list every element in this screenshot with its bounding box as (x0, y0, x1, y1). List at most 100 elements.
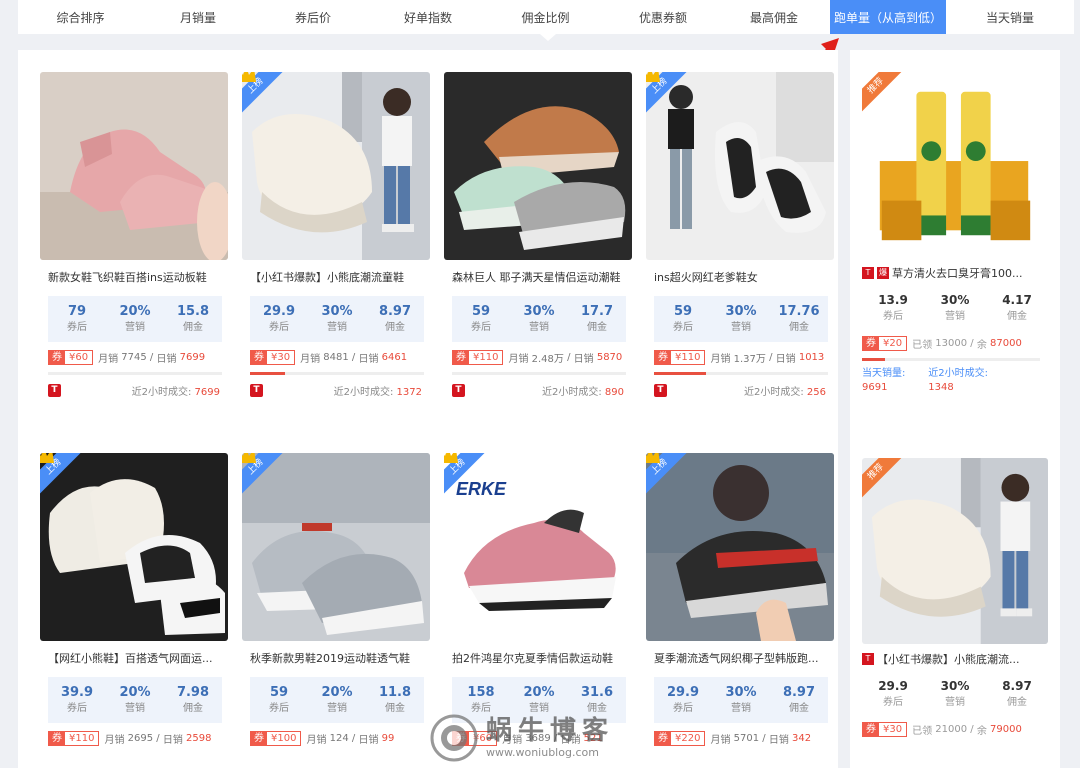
coupon-badge[interactable]: 券 ¥110 (452, 349, 504, 365)
commission-value: 7.98 (176, 684, 210, 700)
product-title[interactable]: 【小红书爆款】小熊底潮流童鞋 (242, 260, 430, 296)
monthly-label: 月销 (98, 353, 119, 365)
watermark-url: www.woniublog.com (486, 746, 599, 759)
product-image[interactable]: 上榜 (646, 453, 834, 641)
coupon-value: ¥30 (883, 723, 903, 735)
coupon-badge[interactable]: 券 ¥110 (48, 730, 100, 746)
tmall-icon: T (48, 383, 61, 397)
product-stats: 29.9 券后 30% 营销 8.97 佣金 (250, 296, 424, 342)
coupon-badge[interactable]: 券 ¥110 (654, 349, 706, 365)
recommend-image[interactable]: 推荐 (862, 72, 1048, 258)
cloud-logo-icon (430, 714, 478, 762)
recommend-image[interactable]: 推荐 (862, 458, 1048, 644)
product-card[interactable]: 新款女鞋飞织鞋百搭ins运动板鞋 79 券后 20% 营销 15.8 佣金 券 ¥60 … (40, 72, 228, 405)
hot-icon: 爆 (877, 267, 889, 279)
sales-meta: 券 ¥110 月销 2695 / 日销 2598 (40, 723, 228, 753)
sort-tab-coupon-amount[interactable]: 优惠券额 (608, 0, 718, 34)
commission-label: 佣金 (587, 321, 607, 333)
product-image[interactable]: 上榜 ERKE (444, 453, 632, 641)
price-label: 券后 (269, 321, 289, 333)
monthly-sales: 124 (329, 732, 349, 744)
price-after-coupon: 59 (471, 303, 491, 319)
daily-sales: 1013 (798, 351, 825, 363)
tmall-icon: T (250, 383, 263, 397)
product-title[interactable]: 森林巨人 耶子满天星情侣运动潮鞋 (444, 260, 632, 296)
coupon-badge[interactable]: 券 ¥100 (250, 730, 302, 746)
daily-sales: 2598 (186, 732, 212, 744)
remain-label: 余 (976, 339, 987, 351)
recent-sales: 256 (806, 386, 826, 398)
product-card[interactable]: 上榜 ins超火网红老爹鞋女 59 券后 30% 营销 17.76 佣金 券 ¥110 … (646, 72, 834, 405)
monthly-sales: 1.37万 (733, 353, 766, 365)
product-card[interactable]: 上榜 【小红书爆款】小熊底潮流童鞋 29.9 券后 30% 营销 8.97 佣金 券 ¥… (242, 72, 430, 405)
coupon-badge[interactable]: 券 ¥220 (654, 730, 706, 746)
recommend-card[interactable]: 推荐 T 爆 草方清火去口臭牙膏100... 13.9 券后 30% 营销 4.17… (862, 72, 1048, 395)
recent-sales: 1372 (396, 386, 422, 398)
recommend-title[interactable]: 草方清火去口臭牙膏100... (892, 265, 1023, 281)
product-image[interactable] (444, 72, 632, 260)
sales-meta: 券 ¥60 月销 7745 / 日销 7699 (40, 342, 228, 372)
watermark: 蜗牛博客 www.woniublog.com (430, 712, 658, 764)
price-after-coupon: 39.9 (60, 684, 94, 700)
recommend-title[interactable]: 【小红书爆款】小熊底潮流... (877, 651, 1020, 667)
product-image[interactable]: 上榜 (242, 453, 430, 641)
product-card[interactable]: 上榜 夏季潮流透气网织椰子型韩版跑... 29.9 券后 30% 营销 8.97 佣金… (646, 453, 834, 753)
product-title[interactable]: 秋季新款男鞋2019运动鞋透气鞋 (242, 641, 430, 677)
product-image[interactable] (40, 72, 228, 260)
sales-meta: 券 ¥110 月销 1.37万 / 日销 1013 (646, 342, 834, 372)
remain-label: 余 (976, 725, 987, 737)
product-card[interactable]: 上榜 秋季新款男鞋2019运动鞋透气鞋 59 券后 20% 营销 11.8 佣金 券 ¥… (242, 453, 430, 753)
commission-value: 11.8 (378, 684, 412, 700)
price-after-coupon: 29.9 (262, 303, 296, 319)
commission-value: 4.17 (1002, 292, 1032, 307)
remain-count: 87000 (990, 337, 1022, 349)
commission-value: 8.97 (378, 303, 412, 319)
product-title[interactable]: 夏季潮流透气网织椰子型韩版跑... (646, 641, 834, 677)
daily-sales: 342 (792, 732, 812, 744)
coupon-badge[interactable]: 券 ¥30 (862, 721, 908, 737)
coupon-badge[interactable]: 券 ¥30 (250, 349, 296, 365)
sort-tab-max-commission[interactable]: 最高佣金 (718, 0, 830, 34)
coupon-value: ¥30 (271, 351, 291, 363)
sales-meta: 券 ¥220 月销 5701 / 日销 342 (646, 723, 834, 753)
sort-tab-commission-rate[interactable]: 佣金比例 (483, 0, 608, 34)
crown-icon (646, 72, 660, 82)
sort-tab-today-sales[interactable]: 当天销量 (946, 0, 1074, 34)
price-after-coupon: 29.9 (666, 684, 700, 700)
product-stats: 29.9 券后 30% 营销 8.97 佣金 (654, 677, 828, 723)
recent-label: 近2小时成交: (928, 368, 988, 379)
price-after-coupon: 29.9 (878, 678, 908, 693)
product-card[interactable]: 上榜 【网红小熊鞋】百搭透气网面运... 39.9 券后 20% 营销 7.98 佣金… (40, 453, 228, 753)
product-card[interactable]: 森林巨人 耶子满天星情侣运动潮鞋 59 券后 30% 营销 17.7 佣金 券 ¥110… (444, 72, 632, 405)
rate-label: 营销 (125, 321, 145, 333)
remain-count: 79000 (990, 723, 1022, 735)
product-card[interactable]: 上榜 ERKE 拍2件鸿星尔克夏季情侣款运动鞋 158 券后 20% 营销 31.6… (444, 453, 632, 753)
product-title[interactable]: 【网红小熊鞋】百搭透气网面运... (40, 641, 228, 677)
product-stats: 59 券后 30% 营销 17.76 佣金 (654, 296, 828, 342)
sort-tab-comprehensive[interactable]: 综合排序 (18, 0, 143, 34)
sort-tab-price-after-coupon[interactable]: 券后价 (253, 0, 373, 34)
product-title[interactable]: ins超火网红老爹鞋女 (646, 260, 834, 296)
product-title[interactable]: 新款女鞋飞织鞋百搭ins运动板鞋 (40, 260, 228, 296)
recommend-card[interactable]: 推荐 T 【小红书爆款】小熊底潮流... 29.9 券后 30% 营销 8.97 佣金… (862, 458, 1048, 744)
product-image[interactable]: 上榜 (646, 72, 834, 260)
product-title[interactable]: 拍2件鸿星尔克夏季情侣款运动鞋 (444, 641, 632, 677)
sort-tab-monthly-sales[interactable]: 月销量 (143, 0, 253, 34)
product-image[interactable]: 上榜 (242, 72, 430, 260)
coupon-value: ¥220 (675, 732, 701, 744)
coupon-meta: 券 ¥30 已领 21000 / 余 79000 (862, 714, 1048, 744)
sort-tab-good-index[interactable]: 好单指数 (373, 0, 483, 34)
monthly-label: 月销 (104, 734, 125, 746)
commission-rate: 30% (940, 292, 970, 307)
monthly-sales: 5701 (733, 732, 760, 744)
coupon-badge[interactable]: 券 ¥20 (862, 335, 908, 351)
recent-sales-row: T 近2小时成交: 890 (444, 375, 632, 405)
coupon-tag: 券 (251, 350, 267, 364)
daily-sales: 6461 (381, 351, 408, 363)
commission-label: 佣金 (789, 321, 809, 333)
product-image[interactable]: 上榜 (40, 453, 228, 641)
recommend-stats: 13.9 券后 30% 营销 4.17 佣金 (862, 288, 1048, 328)
coupon-tag: 券 (251, 731, 267, 745)
coupon-badge[interactable]: 券 ¥60 (48, 349, 94, 365)
sort-tab-run-volume[interactable]: 跑单量（从高到低） (830, 0, 946, 34)
